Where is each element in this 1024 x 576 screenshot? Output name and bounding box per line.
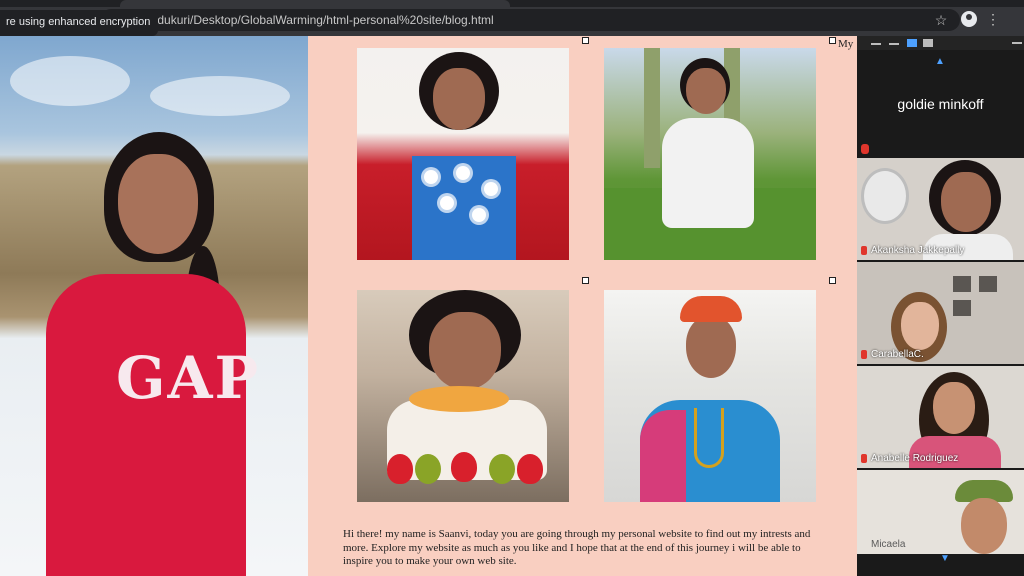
video-call-panel: ▲ goldie minkoff Akanksha Jakkepally Car… — [857, 36, 1024, 576]
kiwi-shape — [415, 454, 441, 484]
participant-tile[interactable]: CarabellaC. — [857, 262, 1024, 364]
browser-menu-icon[interactable]: ⋮ — [986, 11, 1000, 27]
photo-dance[interactable] — [604, 290, 816, 502]
flower-shape — [484, 182, 498, 196]
cloud-shape — [10, 56, 130, 106]
palm-trunk — [644, 48, 660, 168]
minimize-icon[interactable] — [871, 43, 881, 45]
participant-name: Micaela — [871, 539, 906, 550]
strawberry-shape — [517, 454, 543, 484]
portrait-hoodie: GAP — [46, 274, 258, 576]
cloud-shape — [150, 76, 290, 116]
muted-mic-icon — [861, 454, 867, 463]
fan-shape — [861, 168, 909, 224]
scroll-down-icon[interactable]: ▼ — [939, 554, 951, 564]
connection-security-tooltip: re using enhanced encryption — [0, 10, 159, 36]
flower-shape — [440, 196, 454, 210]
browser-tab[interactable] — [120, 0, 510, 7]
resize-handle[interactable] — [582, 277, 589, 284]
participant-face — [901, 302, 939, 350]
photo-face — [686, 316, 736, 378]
wall-frame-shape — [953, 300, 971, 316]
headdress-shape — [680, 296, 742, 322]
flower-shape — [456, 166, 470, 180]
participant-name: Akanksha Jakkepally — [871, 245, 965, 256]
active-speaker-tile[interactable]: goldie minkoff — [857, 70, 1024, 156]
address-bar[interactable]: sers/sindukuri/Desktop/GlobalWarming/htm… — [100, 9, 960, 31]
participant-tile[interactable]: Micaela — [857, 470, 1024, 554]
portrait-face — [118, 154, 198, 254]
photo-face — [433, 68, 485, 130]
hero-portrait-image: GAP — [0, 36, 308, 576]
muted-mic-icon — [861, 350, 867, 359]
hide-icon[interactable] — [889, 43, 899, 45]
photo-cake[interactable] — [357, 290, 569, 502]
necklace-shape — [694, 408, 724, 468]
photo-yoga[interactable] — [604, 48, 816, 260]
participant-tile[interactable]: Anabelle Rodriguez — [857, 366, 1024, 468]
tab-strip — [0, 0, 1024, 7]
saree-pink-shape — [640, 410, 686, 502]
muted-mic-icon — [861, 144, 869, 154]
participant-tile[interactable]: Akanksha Jakkepally — [857, 158, 1024, 260]
muted-mic-icon — [861, 246, 867, 255]
kiwi-shape — [489, 454, 515, 484]
resize-handle[interactable] — [829, 37, 836, 44]
photo-painting[interactable] — [357, 48, 569, 260]
flower-shape — [472, 208, 486, 222]
video-call-toolbar — [857, 36, 1024, 50]
strawberry-shape — [387, 454, 413, 484]
panel-menu-icon[interactable] — [1012, 42, 1022, 44]
gallery-view-icon[interactable] — [923, 39, 933, 47]
cake-topping — [409, 386, 509, 412]
participant-face — [961, 498, 1007, 554]
participant-name: Anabelle Rodriguez — [871, 453, 959, 464]
speaker-view-icon[interactable] — [907, 39, 917, 47]
flower-shape — [424, 170, 438, 184]
wall-frame-shape — [953, 276, 971, 292]
resize-handle[interactable] — [582, 37, 589, 44]
photo-face — [429, 312, 501, 390]
bookmark-star-icon[interactable]: ☆ — [933, 12, 949, 28]
intro-paragraph: Hi there! my name is Saanvi, today you a… — [343, 528, 811, 567]
strawberry-shape — [451, 452, 477, 482]
photo-face — [686, 68, 726, 114]
participant-face — [933, 382, 975, 434]
screen: sers/sindukuri/Desktop/GlobalWarming/htm… — [0, 0, 1024, 576]
wall-frame-shape — [979, 276, 997, 292]
nav-link-partial[interactable]: My — [838, 38, 853, 50]
participant-name: CarabellaC. — [871, 349, 924, 360]
active-speaker-name: goldie minkoff — [897, 96, 984, 112]
profile-icon[interactable] — [961, 11, 977, 27]
address-bar-url: sers/sindukuri/Desktop/GlobalWarming/htm… — [116, 13, 494, 27]
blog-content: My Hi there! my name is Saanvi, today yo… — [308, 36, 853, 576]
painting-canvas — [412, 156, 516, 260]
hoodie-logo-text: GAP — [116, 344, 261, 412]
resize-handle[interactable] — [829, 277, 836, 284]
participant-face — [941, 172, 991, 232]
scroll-up-icon[interactable]: ▲ — [934, 57, 946, 67]
photo-outfit — [662, 118, 754, 228]
